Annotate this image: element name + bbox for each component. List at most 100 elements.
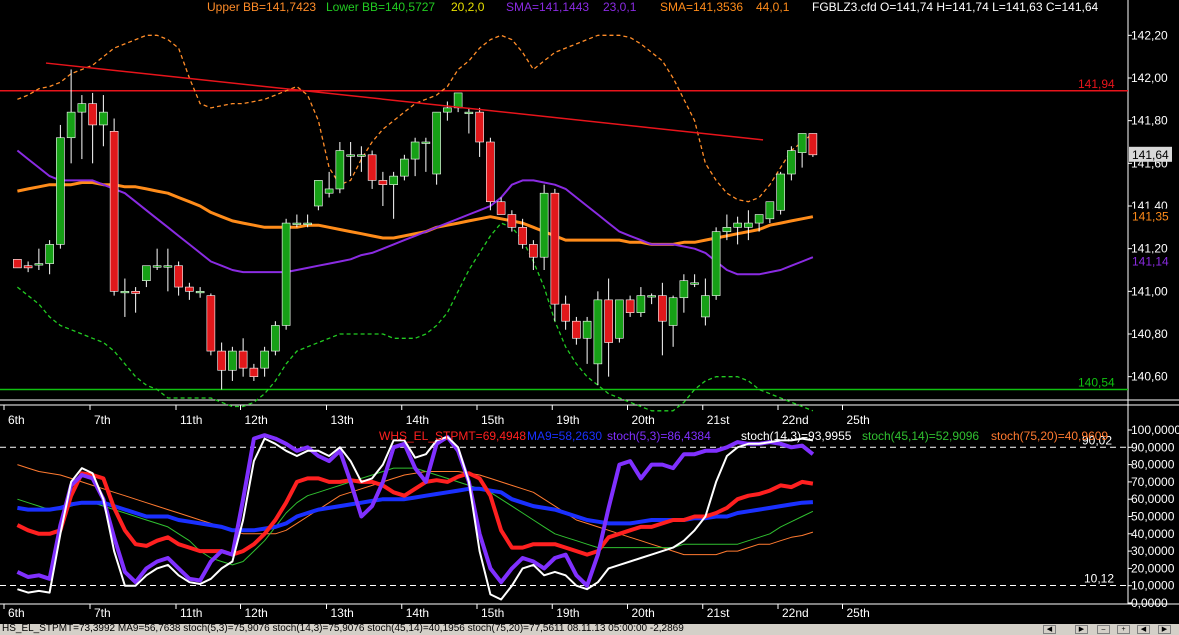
candle-body [314, 180, 323, 207]
candle-body [410, 141, 420, 160]
indicator-tick-label: 70,0000 [1131, 475, 1175, 489]
time-tick-label-lower: 12th [245, 606, 268, 620]
time-tick-label: 11th [180, 413, 202, 427]
candle-body [529, 244, 538, 258]
candle [56, 124, 65, 249]
candle-body [690, 282, 699, 285]
price-tick-label: 141,80 [1131, 114, 1168, 128]
whs-legend: WHS_EL_STPMT=69,4948 [379, 429, 527, 443]
time-tick-label-lower: 25th [847, 606, 870, 620]
time-tick-label: 19th [556, 413, 579, 427]
price-tick-label: 140,80 [1131, 327, 1168, 341]
candle-body [776, 173, 785, 211]
candle [314, 180, 323, 211]
candle-body [142, 265, 151, 281]
last-price-tag: 141,64 [1129, 146, 1172, 162]
candle-body [324, 188, 334, 194]
sma1-legend: SMA=141,1443 [506, 0, 590, 14]
zoom-in-icon[interactable]: + [1117, 625, 1130, 634]
price-tick-label: 142,00 [1131, 71, 1168, 85]
candle-body [765, 201, 775, 220]
candle [109, 118, 119, 296]
candle-body [45, 244, 54, 264]
time-tick-label: 14th [406, 413, 429, 427]
candle-body [658, 295, 667, 322]
time-tick-label: 7th [94, 413, 111, 427]
scroll-right-icon[interactable]: ▶ [1075, 625, 1088, 634]
candle [281, 218, 291, 330]
candle-body [668, 297, 678, 326]
sma1-params-legend: 23,0,1 [603, 0, 637, 14]
candle-body [195, 291, 205, 294]
candle-body [744, 222, 753, 228]
candle-body [56, 137, 65, 245]
candle-body [217, 350, 226, 371]
sma23-tag-text: 141,14 [1132, 254, 1169, 268]
candle-body [335, 150, 345, 190]
status-bar: HS_EL_STPMT=73,3992 MA9=56,7638 stoch(5,… [0, 624, 1179, 635]
quote-legend: FGBLZ3.cfd O=141,74 H=141,74 L=141,63 C=… [812, 0, 1099, 14]
time-tick-label-lower: 13th [331, 606, 354, 620]
zoom-out-icon[interactable]: – [1097, 625, 1110, 634]
candle-body [389, 175, 398, 185]
indicator-tick-label: 90,0000 [1131, 440, 1175, 454]
candle-body [539, 192, 549, 258]
price-tick-label: 142,20 [1131, 28, 1168, 42]
candle-body [13, 259, 22, 269]
time-tick-label: 20th [632, 413, 655, 427]
candle [486, 137, 495, 211]
resistance-label: 141,94 [1078, 77, 1115, 91]
candle [206, 293, 216, 356]
time-tick-label-lower: 11th [180, 606, 202, 620]
indicator-tick-label: 100,0000 [1131, 423, 1179, 437]
last-price-tag-text: 141,64 [1132, 148, 1169, 162]
candle-body [486, 141, 495, 203]
candle [271, 321, 280, 356]
candle-body [636, 295, 646, 313]
candle [615, 299, 624, 343]
sma23-tag: 141,14 [1129, 253, 1172, 269]
chart-window: 142,20 142,00 141,80 141,60 141,40 141,20 141,… [0, 0, 1179, 635]
scroll-back-icon[interactable]: ◀ [1137, 625, 1150, 634]
candle-body [421, 141, 431, 144]
scroll-forward-icon[interactable]: ▶ [1158, 625, 1171, 634]
candle-body [464, 111, 474, 114]
candle-body [378, 180, 388, 185]
candle-body [797, 133, 807, 153]
ma9-legend: MA9=58,2630 [527, 429, 603, 443]
candle-body [367, 154, 377, 181]
scroll-left-icon[interactable]: ◀ [1043, 625, 1056, 634]
indicator-tick-label: 80,0000 [1131, 458, 1175, 472]
candle [550, 188, 560, 322]
indicator-tick-label: 20,0000 [1131, 561, 1175, 575]
candle-body [23, 265, 33, 269]
candle-body [228, 350, 237, 371]
time-tick-label-lower: 15th [481, 606, 504, 620]
candle-body [109, 131, 119, 292]
candle-body [357, 154, 366, 157]
indicator-tick-label: 30,0000 [1131, 544, 1175, 558]
candle-body [754, 214, 764, 224]
candle-body [346, 154, 355, 157]
oversold-label: 10,12 [1084, 571, 1114, 585]
candle-body [711, 231, 721, 296]
candle-body [174, 265, 183, 288]
candle-body [561, 303, 570, 322]
price-tick-label: 141,00 [1131, 284, 1168, 298]
candle-body [701, 295, 710, 318]
candle [13, 259, 22, 269]
candle-body [722, 227, 732, 232]
time-tick-label: 21st [707, 413, 730, 427]
candle-body [615, 299, 624, 339]
candle [711, 227, 721, 300]
candle-body [131, 291, 140, 294]
candle-body [604, 299, 613, 343]
support-label: 140,54 [1078, 375, 1115, 389]
stoch143-legend: stoch(14,3)=93,9955 [741, 429, 852, 443]
indicator-tick-label: 40,0000 [1131, 527, 1175, 541]
time-tick-label: 25th [847, 413, 870, 427]
candle-body [507, 214, 517, 228]
candle-body [647, 295, 656, 298]
candle-body [625, 299, 635, 313]
time-tick-label-lower: 14th [406, 606, 429, 620]
